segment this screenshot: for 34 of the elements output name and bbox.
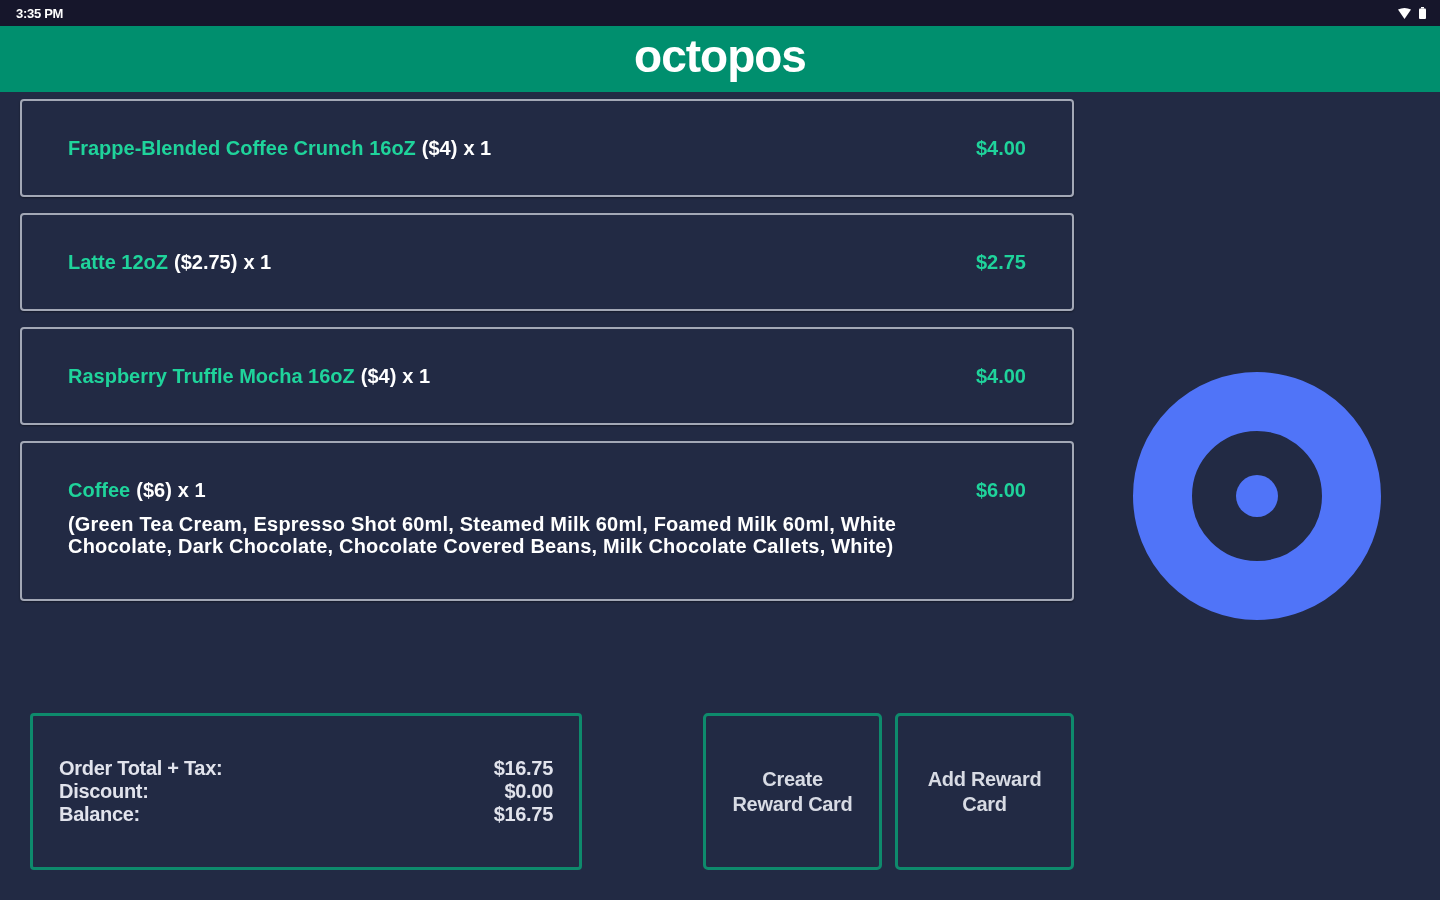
app-logo: octopos xyxy=(634,33,806,84)
reward-card-button[interactable]: Add Reward Card xyxy=(895,713,1074,870)
order-item-card[interactable]: Frappe-Blended Coffee Crunch 16oZ ($4) x 1 $4.00 xyxy=(20,99,1074,197)
item-unit-price: ($2.75) xyxy=(174,250,238,275)
item-quantity: x 1 xyxy=(402,364,431,389)
item-name: Frappe-Blended Coffee Crunch 16oZ xyxy=(68,136,416,161)
item-quantity: x 1 xyxy=(243,250,272,275)
item-modifiers: (Green Tea Cream, Espresso Shot 60ml, Steamed Milk 60ml, Foamed Milk 60ml, White Chocolate, Dark Chocolate, Chocolate Covered Beans, Milk Chocolate Callets, White) xyxy=(68,513,898,559)
summary-value: $0.00 xyxy=(503,780,553,803)
item-name: Latte 12oZ xyxy=(68,250,169,275)
item-name: Raspberry Truffle Mocha 16oZ xyxy=(68,364,355,389)
item-price: $4.00 xyxy=(975,364,1026,389)
item-name: Coffee xyxy=(68,478,131,503)
summary-value: $16.75 xyxy=(493,803,553,826)
item-unit-price: ($6) xyxy=(136,478,172,503)
item-price: $6.00 xyxy=(975,478,1026,503)
item-unit-price: ($4) xyxy=(360,364,397,389)
item-price: $4.00 xyxy=(975,136,1026,161)
order-item-card[interactable]: Coffee ($6) x 1 $6.00 (Green Tea Cream, Espresso Shot 60ml, Steamed Milk 60ml, Foamed Milk 60ml, White Chocolate, Dark Chocolate, Chocolate Covered Beans, Milk Chocolate Callets, White) xyxy=(20,441,1074,601)
item-quantity: x 1 xyxy=(463,136,492,161)
battery-icon xyxy=(1419,7,1426,19)
wifi-icon xyxy=(1398,7,1411,19)
order-item-card[interactable]: Latte 12oZ ($2.75) x 1 $2.75 xyxy=(20,213,1074,311)
summary-value: $16.75 xyxy=(493,757,553,780)
item-quantity: x 1 xyxy=(177,478,206,503)
status-time: 3:35 PM xyxy=(16,5,64,21)
summary-label: Balance: xyxy=(59,803,141,826)
item-price: $2.75 xyxy=(975,250,1026,275)
target-icon xyxy=(1133,372,1381,620)
item-unit-price: ($4) xyxy=(421,136,458,161)
summary-label: Order Total + Tax: xyxy=(59,757,224,780)
reward-card-button[interactable]: Create Reward Card xyxy=(703,713,882,870)
order-item-card[interactable]: Raspberry Truffle Mocha 16oZ ($4) x 1 $4.00 xyxy=(20,327,1074,425)
summary-label: Discount: xyxy=(59,780,150,803)
